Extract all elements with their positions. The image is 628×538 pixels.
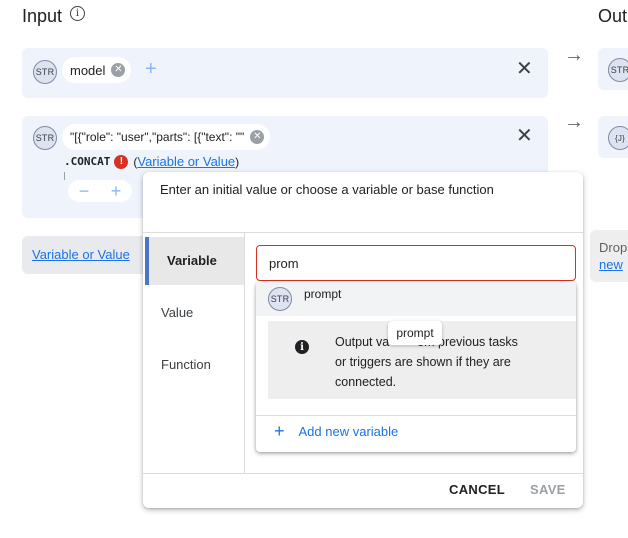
string-type-badge: STR — [268, 287, 292, 311]
suggestion-label: prompt — [304, 287, 342, 301]
tab-label: Value — [161, 305, 194, 320]
output-drop-zone[interactable]: Drop new — [590, 230, 628, 282]
chip-label: "[{"role": "user","parts": [{"text": "" — [70, 130, 245, 144]
plus-icon: + — [274, 421, 285, 441]
function-name[interactable]: .CONCAT — [64, 155, 110, 168]
drop-text: Drop — [599, 240, 628, 255]
close-icon[interactable]: ✕ — [516, 126, 533, 146]
remove-chip-icon[interactable]: ✕ — [111, 63, 126, 77]
input-heading: Input — [22, 6, 62, 27]
badge-text: STR — [270, 294, 290, 304]
info-text-line: or triggers are shown if they are — [335, 355, 511, 369]
output-heading-text: Out — [598, 6, 628, 26]
badge-text: STR — [610, 65, 628, 75]
value-chip[interactable]: "[{"role": "user","parts": [{"text": "" … — [62, 124, 271, 150]
chip-label: model — [70, 62, 106, 78]
arrow-right-icon: → — [564, 44, 584, 66]
function-line: .CONCAT ! ( Variable or Value ) — [64, 154, 239, 169]
input-heading-text: Input — [22, 6, 63, 26]
text-cursor — [64, 172, 65, 180]
variable-or-value-link[interactable]: Variable or Value — [32, 247, 130, 262]
variable-or-value-link[interactable]: Variable or Value — [137, 154, 235, 169]
variable-search-input[interactable] — [256, 245, 576, 281]
badge-text: STR — [35, 133, 55, 143]
tab-list: Variable Value Function — [143, 233, 245, 473]
badge-text: {J} — [615, 133, 625, 143]
divider — [256, 415, 576, 416]
tab-label: Variable — [167, 253, 217, 268]
divider — [143, 473, 583, 474]
minus-icon[interactable]: − — [79, 181, 90, 202]
add-icon[interactable]: + — [145, 59, 157, 79]
info-icon[interactable]: i — [70, 6, 85, 21]
arrow-right-icon: → — [564, 111, 584, 133]
save-button[interactable]: SAVE — [530, 482, 566, 497]
tab-value[interactable]: Value — [145, 289, 244, 337]
string-type-badge: STR — [33, 60, 57, 84]
remove-chip-icon[interactable]: ✕ — [250, 130, 265, 144]
output-row-2: {J} — [598, 116, 628, 158]
info-text-part: Output va — [335, 335, 390, 349]
badge-text: STR — [35, 67, 55, 77]
close-paren: ) — [235, 154, 240, 169]
string-type-badge: STR — [33, 126, 57, 150]
stepper-control: − + — [68, 180, 132, 202]
model-chip[interactable]: model ✕ — [62, 57, 132, 83]
output-row-1: STR — [598, 48, 628, 90]
suggestion-tooltip: prompt — [388, 321, 442, 345]
tab-function[interactable]: Function — [145, 341, 244, 389]
string-type-badge: STR — [608, 58, 628, 82]
add-variable-label: Add new variable — [298, 423, 399, 439]
plus-icon[interactable]: + — [111, 181, 122, 202]
info-text-line: connected. — [335, 375, 397, 389]
cancel-button[interactable]: CANCEL — [449, 482, 505, 497]
tooltip-text: prompt — [396, 326, 434, 340]
input-row-empty: Variable or Value — [22, 236, 152, 274]
json-type-badge: {J} — [608, 126, 628, 150]
close-icon[interactable]: ✕ — [516, 59, 533, 79]
variable-suggestions-dropdown: STR prompt i Output va om previous tasks … — [256, 282, 576, 452]
input-row-model: STR model ✕ + ✕ — [22, 48, 548, 98]
add-new-variable-button[interactable]: + Add new variable — [274, 422, 398, 440]
output-heading: Out — [598, 6, 627, 27]
tab-variable[interactable]: Variable — [145, 237, 244, 285]
error-icon: ! — [114, 154, 129, 169]
new-link[interactable]: new — [599, 257, 623, 272]
info-icon: i — [295, 340, 309, 354]
suggestion-item[interactable]: STR prompt — [256, 282, 576, 316]
popup-title: Enter an initial value or choose a varia… — [160, 182, 494, 197]
tab-label: Function — [161, 357, 211, 372]
